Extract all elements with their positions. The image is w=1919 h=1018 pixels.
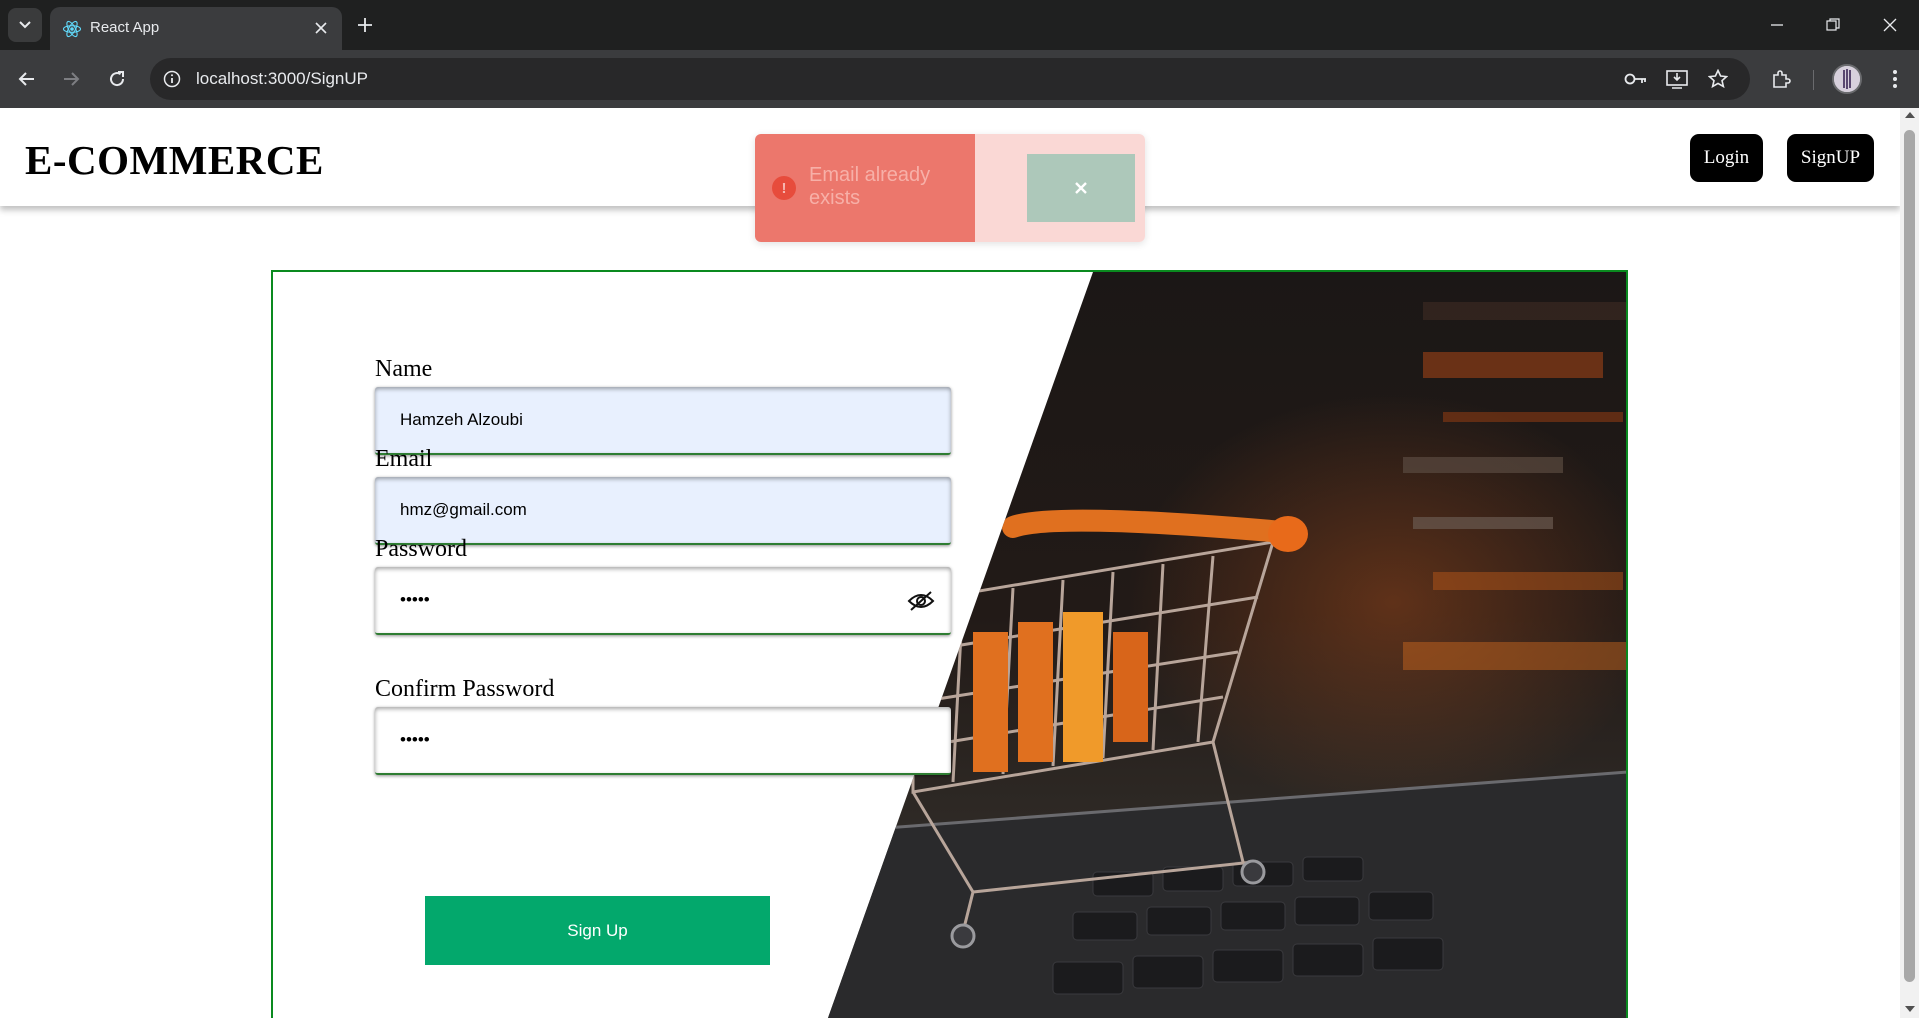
confirm-password-input[interactable]: ••••• <box>375 707 951 775</box>
browser-tab[interactable]: React App <box>50 7 342 50</box>
scroll-up-icon[interactable] <box>1905 112 1915 118</box>
eye-slash-icon[interactable] <box>905 587 937 615</box>
name-input[interactable]: Hamzeh Alzoubi <box>375 387 951 455</box>
back-icon[interactable] <box>12 64 42 94</box>
signup-card: Name Hamzeh Alzoubi Email hmz@gmail.com … <box>271 270 1628 1018</box>
toast-body: ! Email already exists <box>755 134 975 242</box>
key-icon[interactable] <box>1623 67 1649 91</box>
close-icon[interactable] <box>310 17 332 39</box>
minimize-icon[interactable] <box>1762 10 1792 40</box>
reload-icon[interactable] <box>102 64 132 94</box>
email-input[interactable]: hmz@gmail.com <box>375 477 951 545</box>
url-text: localhost:3000/SignUP <box>196 69 369 88</box>
menu-icon[interactable] <box>1880 64 1910 94</box>
brand-logo[interactable]: E-COMMERCE <box>25 136 324 184</box>
star-icon[interactable] <box>1705 67 1731 91</box>
toast-close-button[interactable] <box>1027 154 1135 222</box>
forward-icon[interactable] <box>56 64 86 94</box>
browser-tab-strip: React App <box>0 0 1919 50</box>
extensions-icon[interactable] <box>1766 64 1796 94</box>
page-scrollbar[interactable] <box>1900 108 1919 1018</box>
sign-up-button[interactable]: Sign Up <box>425 896 770 965</box>
scroll-thumb[interactable] <box>1904 130 1915 982</box>
login-button[interactable]: Login <box>1690 134 1763 182</box>
scroll-down-icon[interactable] <box>1905 1006 1915 1012</box>
toolbar-divider <box>1813 70 1814 90</box>
signup-button[interactable]: SignUP <box>1787 134 1874 182</box>
react-icon <box>62 19 82 39</box>
tab-list-icon[interactable] <box>8 8 42 42</box>
tab-title: React App <box>90 19 160 36</box>
password-input[interactable]: ••••• <box>375 567 951 635</box>
name-label: Name <box>375 356 433 382</box>
plus-icon[interactable] <box>352 12 378 38</box>
browser-toolbar: localhost:3000/SignUP <box>0 50 1919 108</box>
site-info-icon[interactable] <box>160 67 184 91</box>
confirm-password-label: Confirm Password <box>375 676 555 702</box>
close-icon <box>1075 182 1087 194</box>
profile-avatar[interactable] <box>1832 64 1862 94</box>
restore-icon[interactable] <box>1818 10 1848 40</box>
error-icon: ! <box>772 176 796 200</box>
install-icon[interactable] <box>1664 67 1690 91</box>
email-label: Email <box>375 446 433 472</box>
window-close-icon[interactable] <box>1875 10 1905 40</box>
password-label: Password <box>375 536 468 562</box>
address-bar[interactable]: localhost:3000/SignUP <box>150 58 1750 100</box>
toast-message: Email already exists <box>809 164 931 209</box>
error-toast: ! Email already exists <box>755 134 1145 242</box>
page-viewport: E-COMMERCE Login SignUP ! Email already … <box>0 108 1900 1018</box>
